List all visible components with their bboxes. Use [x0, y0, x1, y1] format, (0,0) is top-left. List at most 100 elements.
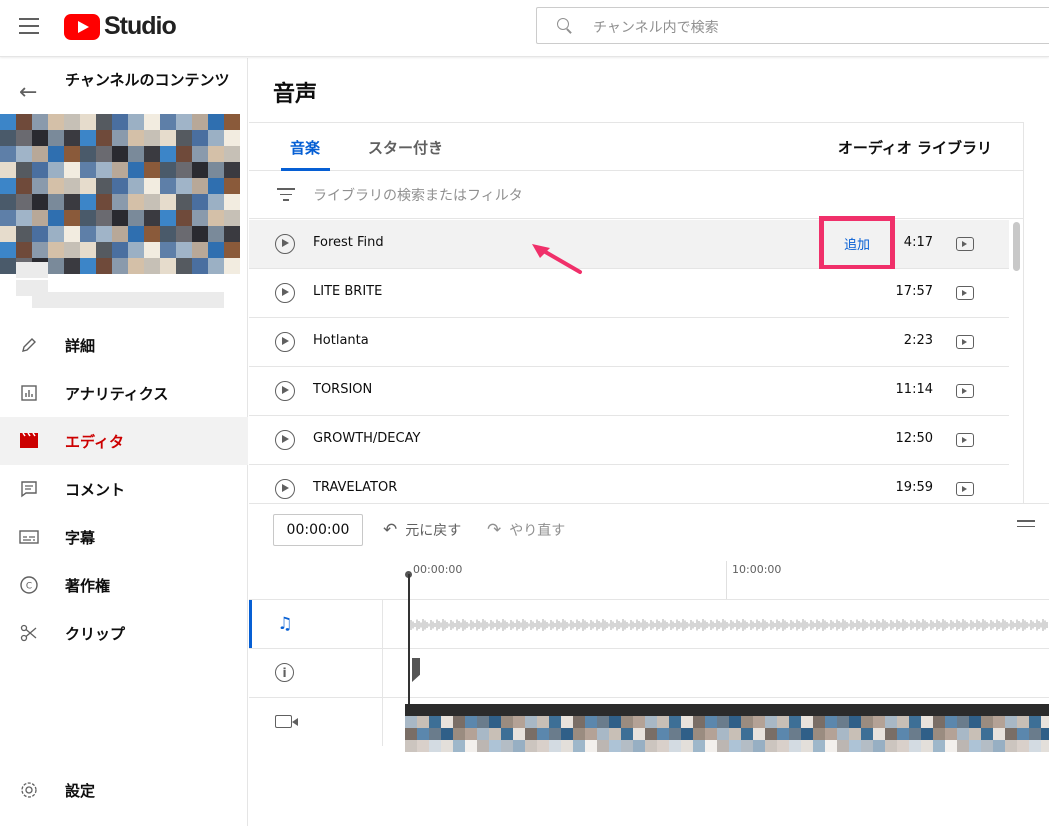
ruler-tick — [726, 561, 727, 599]
youtube-video-icon[interactable] — [956, 384, 974, 398]
track-row[interactable]: TORSION 11:14 — [249, 367, 1009, 416]
sidebar-item-analytics[interactable]: アナリティクス — [0, 369, 248, 417]
sidebar-item-label: アナリティクス — [65, 384, 169, 403]
sidebar-item-clips[interactable]: クリップ — [0, 609, 248, 657]
play-icon[interactable] — [275, 479, 295, 499]
youtube-video-icon[interactable] — [956, 433, 974, 447]
sidebar-item-settings[interactable]: 設定 — [0, 766, 248, 814]
track-list-scrollbar[interactable] — [1013, 222, 1020, 271]
sidebar-item-subtitles[interactable]: 字幕 — [0, 513, 248, 561]
track-duration: 11:14 — [895, 382, 933, 397]
tab-starred[interactable]: スター付き — [368, 137, 443, 158]
scissors-icon — [19, 623, 39, 643]
sidebar-item-details[interactable]: 詳細 — [0, 321, 248, 369]
page-title: 音声 — [273, 82, 318, 107]
add-label: 追加 — [843, 237, 870, 253]
annotation-arrow-icon — [532, 244, 582, 274]
undo-label: 元に戻す — [405, 523, 462, 539]
track-row[interactable]: Forest Find 追加 4:17 — [249, 216, 1009, 270]
audio-library-title: オーディオ ライブラリ — [837, 139, 992, 157]
play-icon[interactable] — [275, 234, 295, 254]
music-note-icon: ♫ — [277, 614, 293, 634]
track-row[interactable]: LITE BRITE 17:57 — [249, 269, 1009, 318]
redo-button[interactable]: ↷ やり直す — [487, 520, 565, 540]
gear-icon — [19, 780, 39, 800]
timecode-field[interactable]: 00:00:00 — [273, 514, 363, 546]
copyright-icon: C — [19, 575, 39, 595]
audio-waveform[interactable] — [409, 610, 1049, 640]
video-filmstrip[interactable] — [405, 704, 1049, 752]
track-name: Forest Find — [313, 235, 384, 250]
search-placeholder: チャンネル内で検索 — [593, 20, 719, 36]
sidebar-item-editor[interactable]: エディタ — [0, 417, 248, 465]
menu-icon[interactable] — [19, 18, 39, 34]
info-lane: i — [249, 648, 1049, 697]
redo-icon: ↷ — [487, 520, 502, 540]
filter-placeholder: ライブラリの検索またはフィルタ — [313, 188, 523, 204]
sidebar: ← チャンネルのコンテンツ 詳細 アナリティクス エディタ コメント 字幕 C … — [0, 58, 248, 826]
info-card-marker[interactable] — [412, 658, 420, 682]
audio-lane-header: ♫ — [249, 600, 383, 648]
analytics-icon — [19, 383, 39, 403]
info-icon: i — [275, 663, 294, 682]
sidebar-nav: 詳細 アナリティクス エディタ コメント 字幕 C 著作権 クリップ — [0, 321, 248, 657]
sidebar-item-label: エディタ — [65, 432, 124, 451]
sidebar-item-label: 詳細 — [65, 336, 96, 355]
play-icon[interactable] — [275, 430, 295, 450]
sidebar-item-label: 著作権 — [65, 576, 111, 595]
audio-library-panel: 音楽 スター付き オーディオ ライブラリ ライブラリの検索またはフィルタ For… — [249, 122, 1024, 503]
studio-logo[interactable]: Studio — [64, 12, 177, 41]
channel-content-title[interactable]: チャンネルのコンテンツ — [65, 71, 230, 89]
track-duration: 19:59 — [895, 480, 933, 495]
track-name: Hotlanta — [313, 333, 369, 348]
video-lane-header — [249, 698, 383, 746]
info-lane-header: i — [249, 649, 383, 697]
play-icon[interactable] — [275, 332, 295, 352]
logo-text: Studio — [104, 12, 177, 40]
video-camera-icon — [275, 715, 298, 728]
blurred-text — [32, 292, 224, 308]
search-icon — [557, 18, 572, 33]
youtube-video-icon[interactable] — [956, 286, 974, 300]
editor-timeline: 00:00:00 ↶ 元に戻す ↷ やり直す 00:00:00 10:00:00… — [249, 503, 1049, 826]
filter-icon[interactable] — [277, 188, 295, 202]
track-duration: 4:17 — [903, 235, 933, 250]
sidebar-item-copyright[interactable]: C 著作権 — [0, 561, 248, 609]
youtube-video-icon[interactable] — [956, 335, 974, 349]
sidebar-item-label: コメント — [65, 480, 126, 499]
track-duration: 2:23 — [903, 333, 933, 348]
youtube-logo-icon — [64, 13, 100, 40]
track-row[interactable]: TRAVELATOR 19:59 — [249, 465, 1009, 503]
track-row[interactable]: GROWTH/DECAY 12:50 — [249, 416, 1009, 465]
back-arrow-icon[interactable]: ← — [19, 80, 37, 105]
library-filter[interactable]: ライブラリの検索またはフィルタ — [249, 171, 1024, 219]
undo-button[interactable]: ↶ 元に戻す — [383, 520, 461, 540]
youtube-video-icon[interactable] — [956, 237, 974, 251]
track-duration: 17:57 — [895, 284, 933, 299]
video-thumbnail[interactable] — [0, 114, 240, 282]
track-list: Forest Find 追加 4:17 LITE BRITE 17:57 Hot… — [249, 216, 1009, 503]
sidebar-item-comments[interactable]: コメント — [0, 465, 248, 513]
add-track-button[interactable]: 追加 — [819, 216, 895, 270]
play-icon[interactable] — [275, 381, 295, 401]
comment-icon — [19, 479, 39, 499]
play-icon[interactable] — [275, 283, 295, 303]
tab-music[interactable]: 音楽 — [290, 137, 320, 158]
track-duration: 12:50 — [895, 431, 933, 446]
sidebar-item-label: クリップ — [65, 624, 126, 643]
editor-clapper-icon — [19, 431, 39, 451]
redo-label: やり直す — [509, 523, 566, 539]
playhead-line — [408, 574, 410, 704]
timeline-zoom-icon[interactable] — [1017, 520, 1035, 531]
undo-icon: ↶ — [383, 520, 398, 540]
track-row[interactable]: Hotlanta 2:23 — [249, 318, 1009, 367]
settings-label: 設定 — [65, 781, 96, 800]
top-bar: Studio チャンネル内で検索 — [0, 0, 1049, 57]
youtube-video-icon[interactable] — [956, 482, 974, 496]
ruler-label: 00:00:00 — [413, 563, 463, 576]
search-input[interactable]: チャンネル内で検索 — [536, 7, 1049, 44]
track-name: TRAVELATOR — [313, 480, 398, 495]
audio-lane: ♫ — [249, 599, 1049, 648]
sidebar-item-label: 字幕 — [65, 528, 96, 547]
subtitles-icon — [19, 527, 39, 547]
